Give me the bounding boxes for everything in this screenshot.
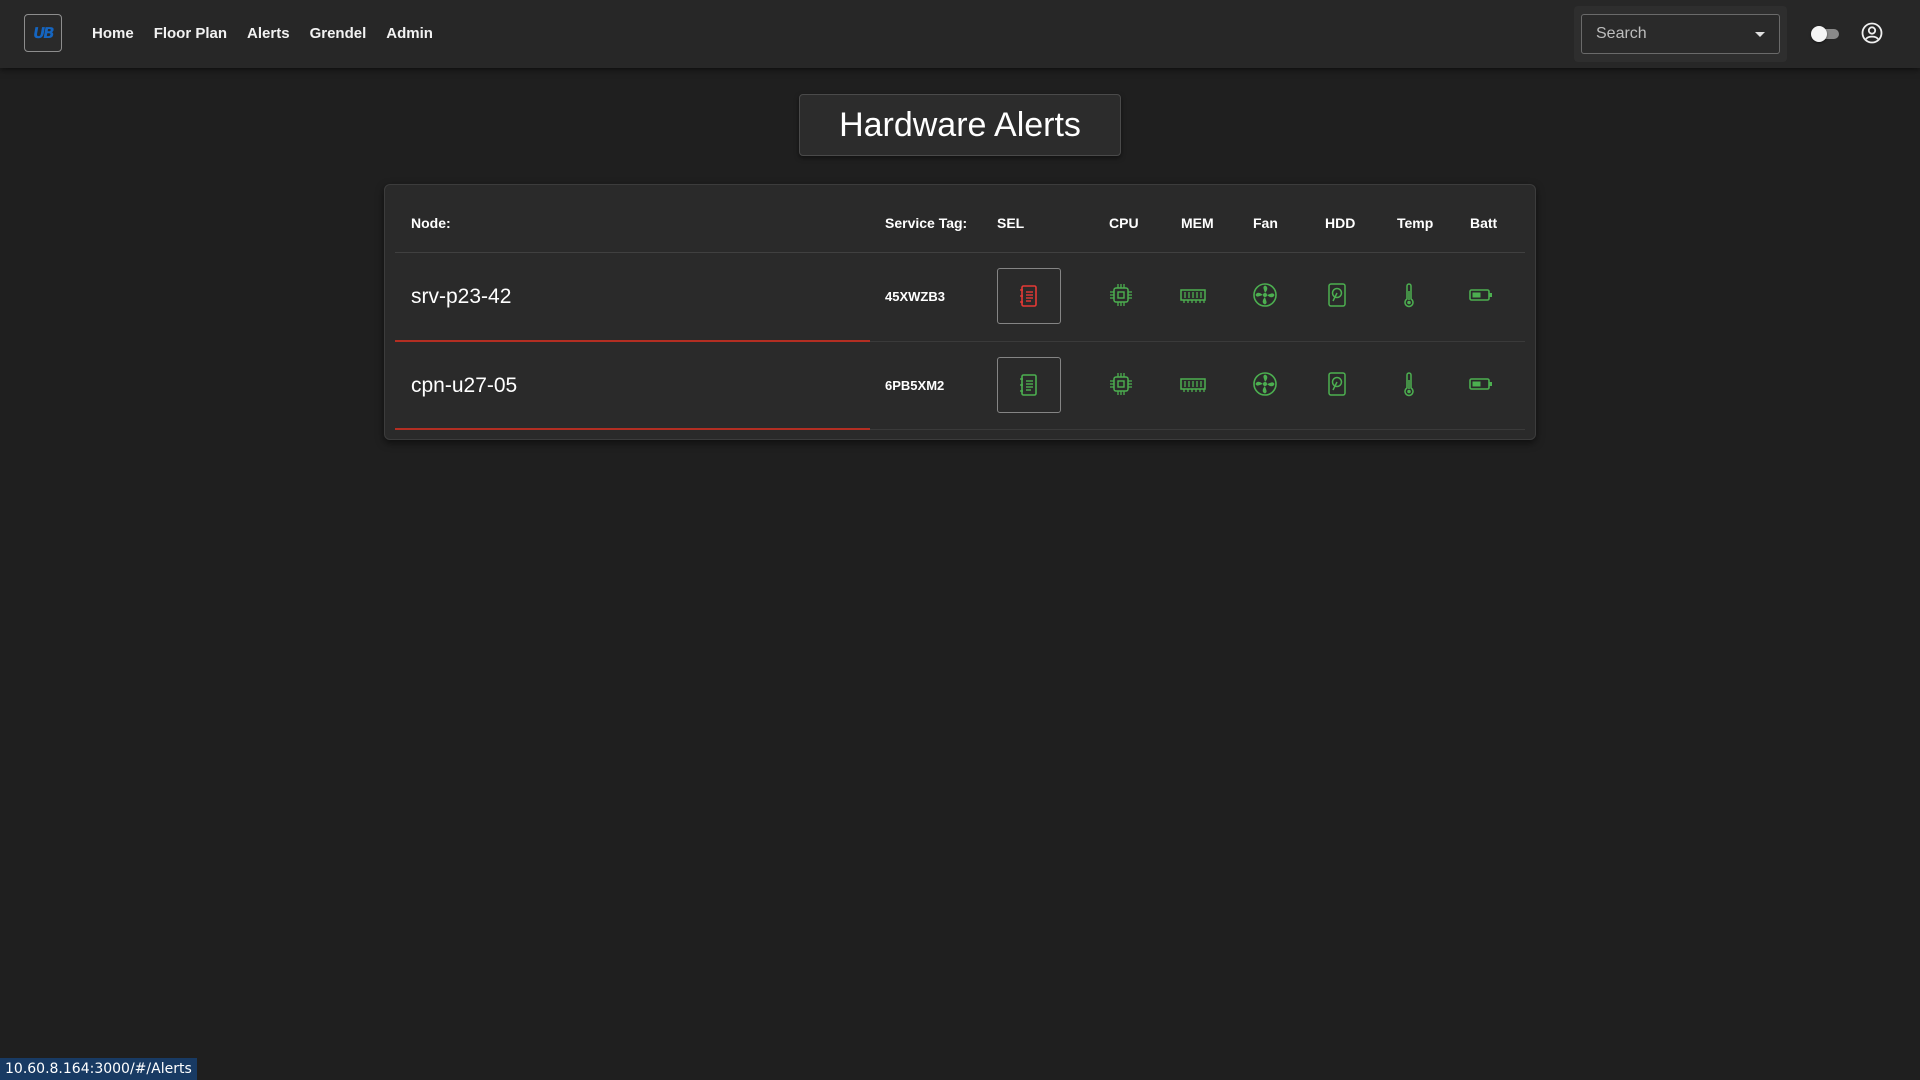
memory-module-icon[interactable] xyxy=(1180,371,1206,397)
header-node: Node: xyxy=(411,215,451,231)
row-underline xyxy=(395,340,870,342)
thermometer-icon[interactable] xyxy=(1396,371,1422,397)
row-divider xyxy=(870,429,1525,430)
cpu-chip-icon[interactable] xyxy=(1108,282,1134,308)
logo-icon[interactable]: UB xyxy=(24,14,62,52)
battery-icon[interactable] xyxy=(1468,282,1494,308)
node-name[interactable]: srv-p23-42 xyxy=(411,285,511,309)
search-field[interactable] xyxy=(1581,14,1780,54)
page-title: Hardware Alerts xyxy=(799,94,1121,156)
search-container xyxy=(1574,6,1787,62)
status-bar-url: 10.60.8.164:3000/#/Alerts xyxy=(0,1058,197,1080)
fan-icon[interactable] xyxy=(1252,282,1278,308)
header-sel: SEL xyxy=(997,215,1025,231)
document-list-icon xyxy=(1020,285,1037,307)
document-list-icon xyxy=(1020,374,1037,396)
theme-toggle[interactable] xyxy=(1811,26,1841,42)
battery-icon[interactable] xyxy=(1468,371,1494,397)
search-input[interactable] xyxy=(1594,24,1748,44)
sel-log-button[interactable] xyxy=(997,268,1061,324)
memory-module-icon[interactable] xyxy=(1180,282,1206,308)
fan-icon[interactable] xyxy=(1252,371,1278,397)
logo-text: UB xyxy=(31,24,55,42)
node-name[interactable]: cpn-u27-05 xyxy=(411,374,517,398)
service-tag: 6PB5XM2 xyxy=(885,378,945,393)
sel-log-button[interactable] xyxy=(997,357,1061,413)
row-divider xyxy=(870,341,1525,342)
alerts-table: Node: Service Tag: SEL CPU MEM Fan HDD T… xyxy=(384,184,1536,440)
main-nav: Home Floor Plan Alerts Grendel Admin xyxy=(82,0,443,68)
service-tag: 45XWZB3 xyxy=(885,289,945,304)
header-service-tag: Service Tag: xyxy=(885,215,968,231)
hard-drive-icon[interactable] xyxy=(1324,371,1350,397)
header-temp: Temp xyxy=(1397,215,1434,231)
row-underline xyxy=(395,428,870,430)
account-icon[interactable] xyxy=(1861,22,1883,44)
top-app-bar: UB Home Floor Plan Alerts Grendel Admin xyxy=(0,0,1920,68)
nav-alerts[interactable]: Alerts xyxy=(237,0,300,68)
hard-drive-icon[interactable] xyxy=(1324,282,1350,308)
nav-home[interactable]: Home xyxy=(82,0,144,68)
header-divider xyxy=(395,252,1525,253)
header-hdd: HDD xyxy=(1325,215,1356,231)
nav-floor-plan[interactable]: Floor Plan xyxy=(144,0,237,68)
header-cpu: CPU xyxy=(1109,215,1139,231)
thermometer-icon[interactable] xyxy=(1396,282,1422,308)
nav-grendel[interactable]: Grendel xyxy=(300,0,377,68)
toggle-thumb xyxy=(1811,26,1827,42)
dropdown-arrow-icon[interactable] xyxy=(1755,32,1765,37)
nav-admin[interactable]: Admin xyxy=(376,0,443,68)
header-fan: Fan xyxy=(1253,215,1278,231)
header-batt: Batt xyxy=(1470,215,1498,231)
cpu-chip-icon[interactable] xyxy=(1108,371,1134,397)
header-mem: MEM xyxy=(1181,215,1214,231)
